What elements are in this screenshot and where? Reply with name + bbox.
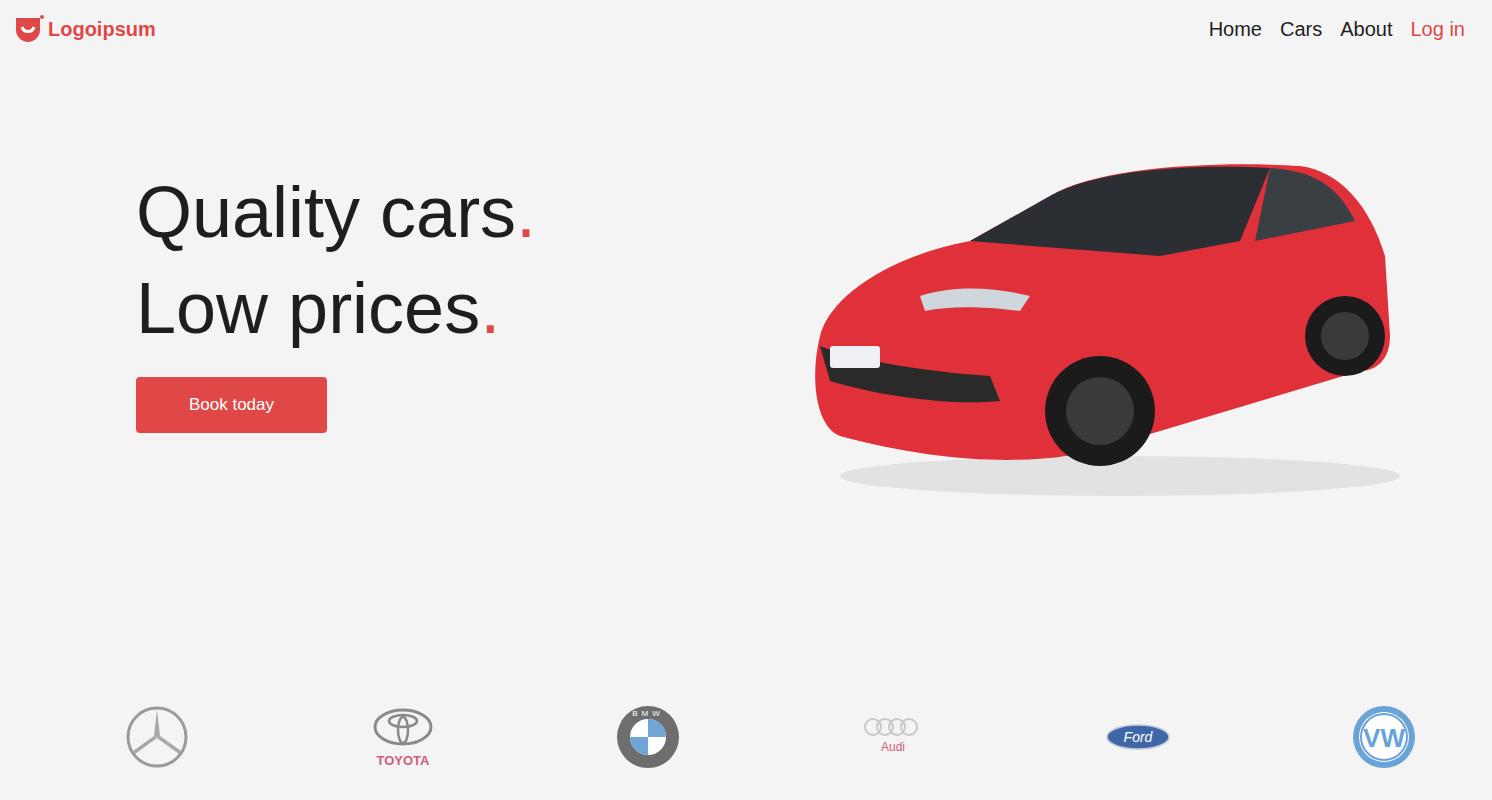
svg-text:BMW: BMW: [632, 709, 664, 718]
nav-link[interactable]: Log in: [1411, 14, 1466, 44]
logo[interactable]: Logoipsum: [14, 14, 156, 44]
hero-heading: Quality cars.Low prices.: [136, 164, 536, 356]
audi-logo-icon: Audi: [861, 705, 925, 769]
header: Logoipsum Home Cars About Log in: [0, 0, 1492, 58]
brand-logo: Ford: [1105, 705, 1171, 769]
nav-link[interactable]: Home: [1209, 14, 1262, 44]
toyota-logo-icon: TOYOTA: [370, 705, 436, 769]
hero-line: Quality cars.: [136, 164, 536, 260]
svg-text:VW: VW: [1363, 723, 1405, 753]
svg-text:Audi: Audi: [881, 740, 905, 754]
hero: Quality cars.Low prices. Book today: [0, 58, 1492, 705]
logo-text: Logoipsum: [48, 14, 156, 44]
svg-text:Ford: Ford: [1124, 729, 1154, 745]
nav: Home Cars About Log in: [1209, 14, 1465, 44]
ford-logo-icon: Ford: [1105, 705, 1171, 769]
nav-link[interactable]: Cars: [1280, 14, 1322, 44]
mercedes-logo-icon: [125, 705, 189, 769]
brand-logo: BMW: [616, 705, 680, 769]
svg-text:TOYOTA: TOYOTA: [376, 753, 430, 768]
brand-logo: [125, 705, 189, 769]
vw-logo-icon: VW: [1352, 705, 1416, 769]
hero-line: Low prices.: [136, 260, 536, 356]
nav-link[interactable]: About: [1340, 14, 1392, 44]
brand-row: TOYOTA BMW Audi Ford VW: [0, 705, 1492, 769]
car-photo: [800, 146, 1400, 506]
brand-logo: VW: [1352, 705, 1416, 769]
logo-icon: [14, 14, 44, 44]
hero-text: Quality cars.Low prices. Book today: [0, 164, 536, 433]
brand-logo: TOYOTA: [370, 705, 436, 769]
page: Logoipsum Home Cars About Log in Quality cars…: [0, 0, 1492, 800]
book-button[interactable]: Book today: [136, 377, 327, 433]
brand-logo: Audi: [861, 705, 925, 769]
bmw-logo-icon: BMW: [616, 705, 680, 769]
car-image: [800, 146, 1400, 506]
